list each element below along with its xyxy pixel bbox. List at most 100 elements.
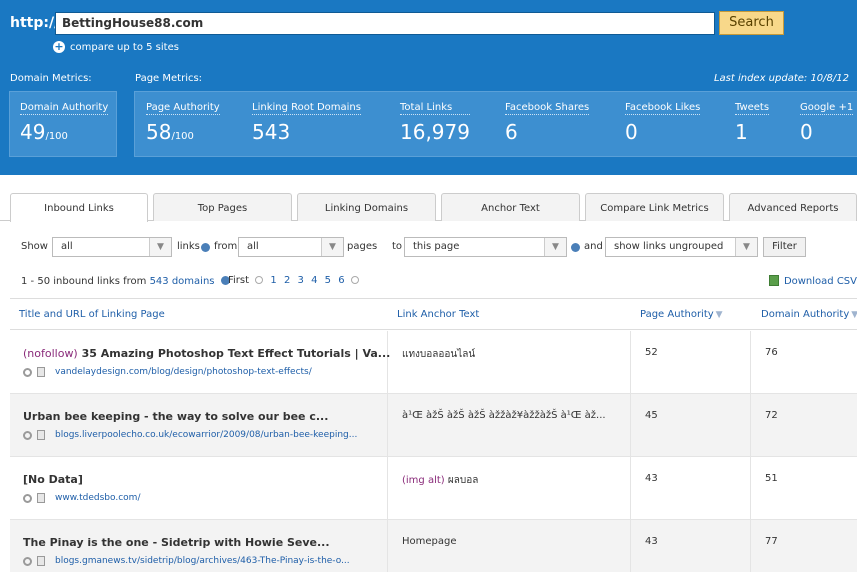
tab-inbound-links[interactable]: Inbound Links — [10, 193, 148, 222]
url-input[interactable]: BettingHouse88.com — [55, 12, 715, 35]
sort-icon: ▼ — [715, 310, 723, 320]
sort-icon: ▼ — [851, 310, 857, 320]
domains-link[interactable]: 543 domains — [150, 276, 215, 287]
and-label: and — [584, 241, 603, 252]
magnifier-icon[interactable] — [23, 493, 32, 503]
page-link[interactable]: 1 — [270, 275, 276, 286]
help-icon[interactable] — [201, 243, 210, 252]
show-select[interactable]: all ▼ — [52, 237, 172, 257]
metric-label[interactable]: Domain Authority — [20, 102, 109, 115]
metric-label[interactable]: Total Links — [400, 102, 470, 115]
header-anchor-text[interactable]: Link Anchor Text — [397, 309, 479, 320]
plus-circle-icon: + — [53, 40, 65, 53]
row-title[interactable]: [No Data] — [23, 473, 83, 486]
row-page-authority: 43 — [645, 473, 658, 484]
row-url[interactable]: blogs.liverpoolecho.co.uk/ecowarrior/200… — [23, 430, 357, 440]
page-link[interactable]: 6 — [338, 275, 344, 286]
row-anchor-text: à¹Œ àžŠ àžŠ àžŠ àžžàž¥àžžàžŠ à¹Œ àž... — [402, 410, 606, 421]
download-csv-link[interactable]: Download CSV — [768, 275, 857, 287]
page-link[interactable]: 4 — [311, 275, 317, 286]
row-url[interactable]: vandelaydesign.com/blog/design/photoshop… — [23, 367, 312, 377]
table-row: [No Data] www.tdedsbo.com/ (img alt) ผลบ… — [10, 457, 857, 520]
header-bar: http:// BettingHouse88.com Search + comp… — [0, 0, 857, 175]
results-info-row: 1 - 50 inbound links from 543 domains Fi… — [21, 275, 857, 289]
metric-label[interactable]: Facebook Likes — [625, 102, 701, 115]
links-label: links — [177, 241, 200, 252]
row-title[interactable]: Urban bee keeping - the way to solve our… — [23, 410, 328, 423]
to-label: to — [392, 241, 403, 252]
download-csv-label: Download CSV — [783, 276, 857, 287]
page-icon[interactable] — [37, 367, 45, 377]
metric-value: 0 — [625, 120, 638, 144]
row-domain-authority: 76 — [765, 347, 778, 358]
row-page-authority: 52 — [645, 347, 658, 358]
metric-value: 6 — [505, 120, 518, 144]
row-url[interactable]: www.tdedsbo.com/ — [23, 493, 140, 503]
help-icon[interactable] — [571, 243, 580, 252]
header-title-url[interactable]: Title and URL of Linking Page — [19, 309, 165, 320]
chevron-down-icon: ▼ — [544, 238, 566, 256]
first-page-label[interactable]: First — [228, 275, 249, 286]
row-domain-authority: 77 — [765, 536, 778, 547]
magnifier-icon[interactable] — [23, 556, 32, 566]
metric-label[interactable]: Linking Root Domains — [252, 102, 361, 115]
pages-label: pages — [347, 241, 378, 252]
row-page-authority: 43 — [645, 536, 658, 547]
page-metrics-label: Page Metrics: — [135, 73, 203, 84]
metric-value: 1 — [735, 120, 748, 144]
chevron-down-icon: ▼ — [735, 238, 757, 256]
page-icon[interactable] — [37, 556, 45, 566]
pagination: First 1 2 3 4 5 6 — [228, 275, 359, 286]
metric-value: 0 — [800, 120, 813, 144]
magnifier-icon[interactable] — [23, 430, 32, 440]
chevron-down-icon: ▼ — [149, 238, 171, 256]
search-button[interactable]: Search — [719, 11, 784, 35]
grouping-select[interactable]: show links ungrouped ▼ — [605, 237, 758, 257]
row-url[interactable]: blogs.gmanews.tv/sidetrip/blog/archives/… — [23, 556, 350, 566]
metric-value: 49/100 — [20, 120, 68, 144]
page-link[interactable]: 2 — [284, 275, 290, 286]
page-link[interactable]: 3 — [298, 275, 304, 286]
metric-label[interactable]: Tweets — [735, 102, 770, 115]
compare-sites-link[interactable]: + compare up to 5 sites — [53, 41, 179, 53]
tab-advanced-reports[interactable]: Advanced Reports — [729, 193, 857, 221]
row-title[interactable]: (nofollow) 35 Amazing Photoshop Text Eff… — [23, 347, 390, 360]
from-select[interactable]: all ▼ — [238, 237, 344, 257]
filter-button[interactable]: Filter — [763, 237, 806, 257]
tab-linking-domains[interactable]: Linking Domains — [297, 193, 436, 221]
tab-compare-link-metrics[interactable]: Compare Link Metrics — [585, 193, 724, 221]
metric-linking-root-domains: Linking Root Domains 543 — [252, 102, 361, 144]
table-row: (nofollow) 35 Amazing Photoshop Text Eff… — [10, 331, 857, 394]
header-page-authority[interactable]: Page Authority ▼ — [640, 309, 723, 320]
radio-icon[interactable] — [255, 276, 264, 284]
from-label: from — [214, 241, 238, 252]
page-icon[interactable] — [37, 493, 45, 503]
page-icon[interactable] — [37, 430, 45, 440]
metric-label[interactable]: Page Authority — [146, 102, 220, 115]
page-metrics-box: Page Authority 58/100 Linking Root Domai… — [134, 91, 857, 157]
metric-google-plus: Google +1 0 — [800, 102, 854, 144]
page-link[interactable]: 5 — [325, 275, 331, 286]
metric-domain-authority: Domain Authority 49/100 — [20, 102, 109, 144]
last-index-update: Last index update: 10/8/12 — [713, 73, 849, 84]
tab-top-pages[interactable]: Top Pages — [153, 193, 292, 221]
row-title[interactable]: The Pinay is the one - Sidetrip with How… — [23, 536, 330, 549]
magnifier-icon[interactable] — [23, 367, 32, 377]
domain-metrics-box: Domain Authority 49/100 — [9, 91, 117, 157]
tab-bar: Inbound Links Top Pages Linking Domains … — [10, 193, 857, 222]
table-header: Title and URL of Linking Page Link Ancho… — [10, 298, 857, 330]
metric-label[interactable]: Google +1 — [800, 102, 854, 115]
metric-facebook-likes: Facebook Likes 0 — [625, 102, 701, 144]
header-domain-authority[interactable]: Domain Authority ▼ — [761, 309, 857, 320]
row-domain-authority: 51 — [765, 473, 778, 484]
row-anchor-text: (img alt) ผลบอล — [402, 475, 479, 486]
row-domain-authority: 72 — [765, 410, 778, 421]
metric-total-links: Total Links 16,979 — [400, 102, 470, 144]
row-page-authority: 45 — [645, 410, 658, 421]
metric-label[interactable]: Facebook Shares — [505, 102, 590, 115]
radio-icon[interactable] — [350, 276, 359, 284]
domain-metrics-label: Domain Metrics: — [10, 73, 92, 84]
to-select[interactable]: this page ▼ — [404, 237, 567, 257]
img-alt-tag: (img alt) — [402, 475, 445, 486]
tab-anchor-text[interactable]: Anchor Text — [441, 193, 580, 221]
